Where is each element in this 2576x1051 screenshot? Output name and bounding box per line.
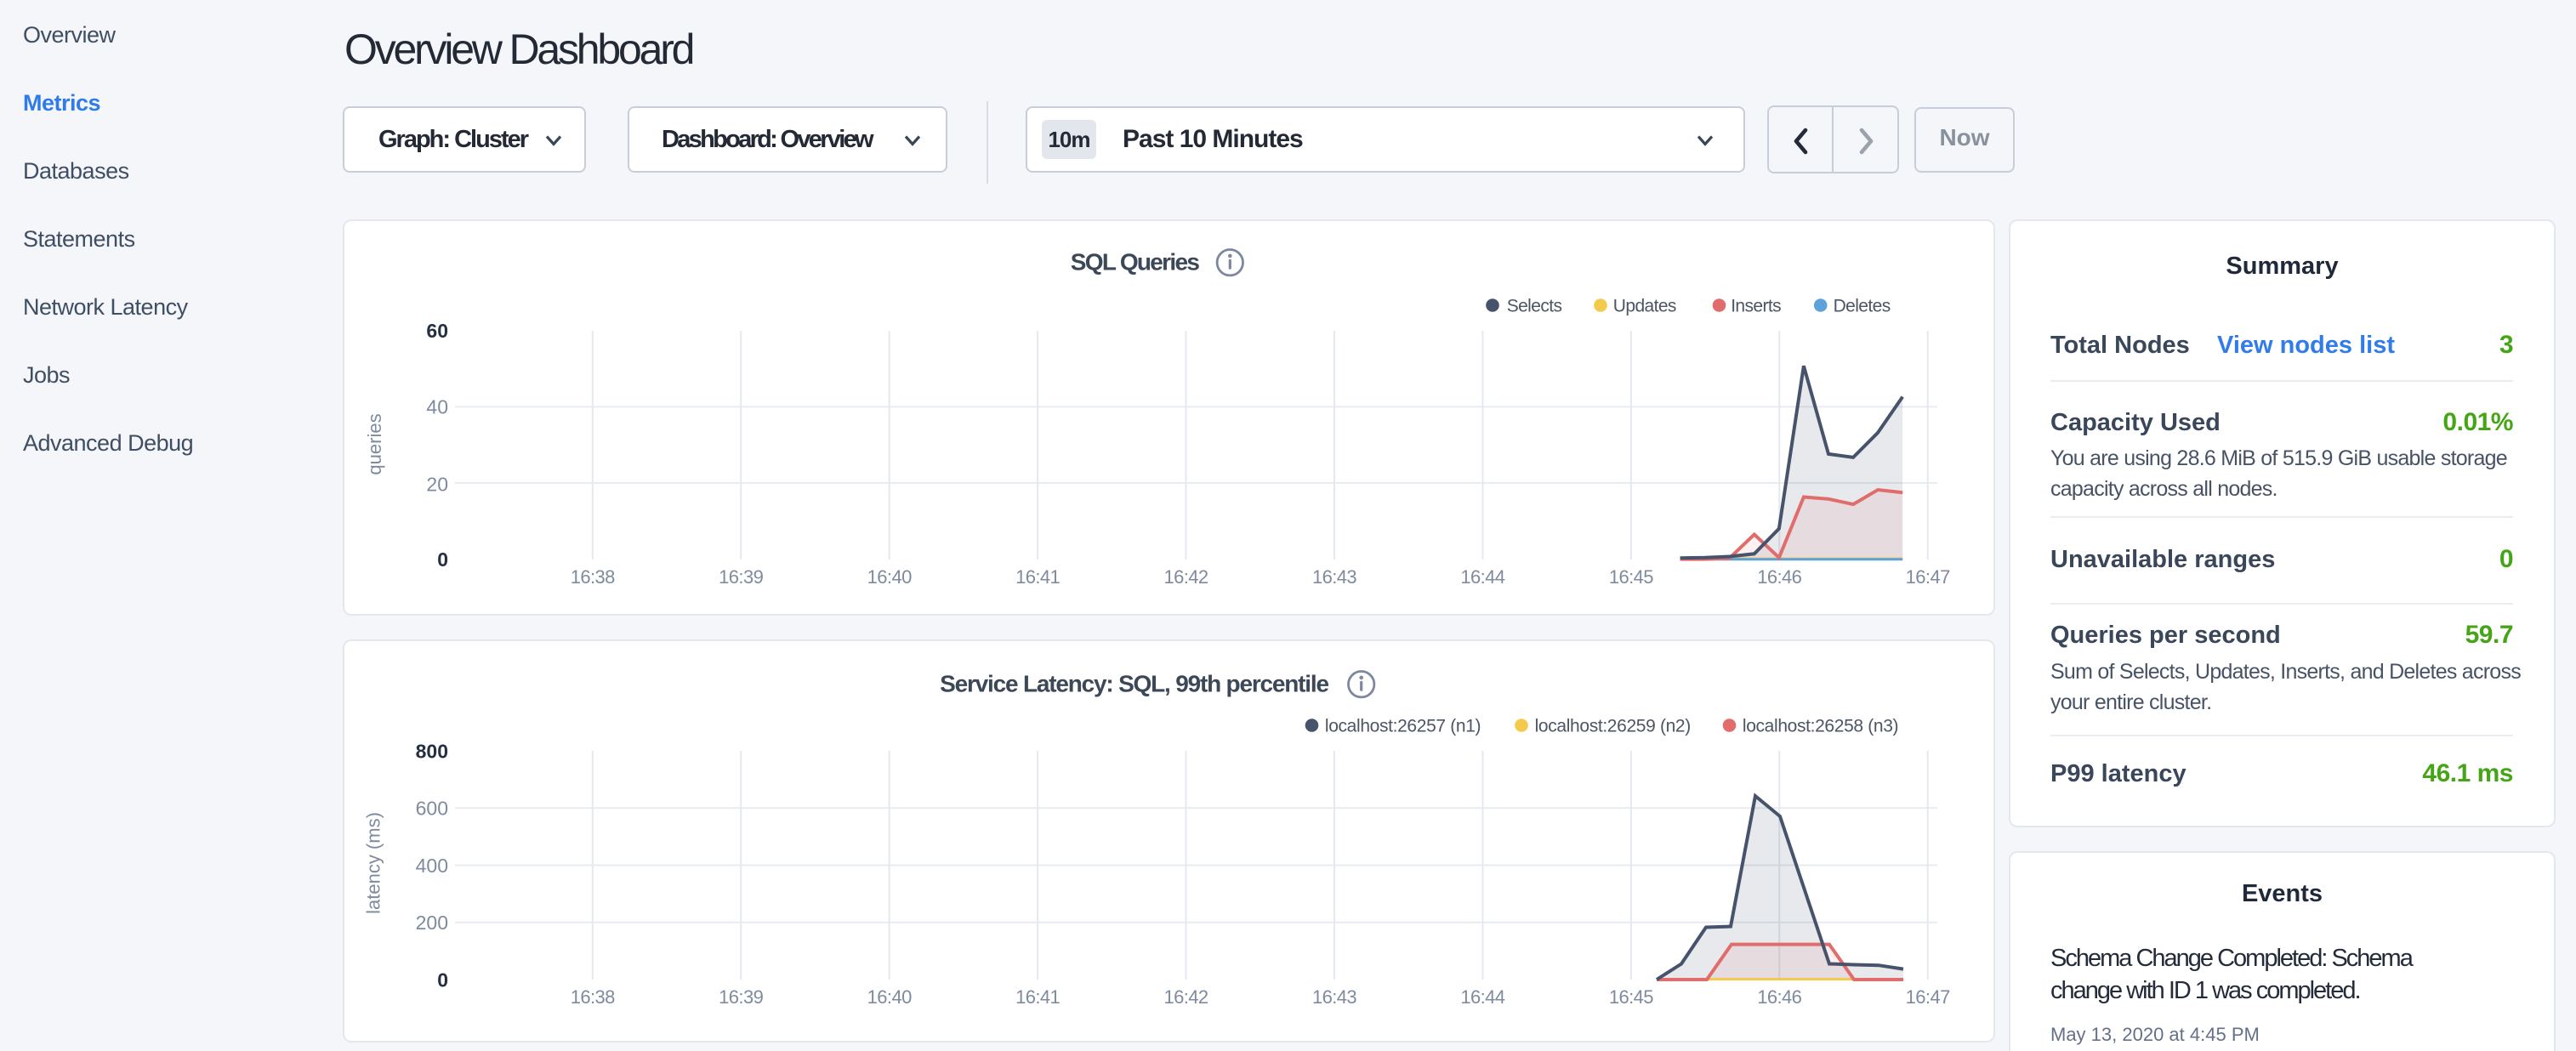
svg-text:16:47: 16:47 xyxy=(1906,566,1950,588)
svg-text:200: 200 xyxy=(416,912,448,934)
svg-text:SQL Queries: SQL Queries xyxy=(1071,249,1200,276)
svg-text:localhost:26257 (n1): localhost:26257 (n1) xyxy=(1325,717,1481,736)
svg-text:60: 60 xyxy=(426,320,448,342)
svg-text:Deletes: Deletes xyxy=(1834,297,1891,316)
svg-text:Inserts: Inserts xyxy=(1731,297,1781,316)
svg-text:Updates: Updates xyxy=(1613,297,1676,316)
svg-text:16:46: 16:46 xyxy=(1757,566,1801,588)
svg-text:queries: queries xyxy=(364,413,385,474)
svg-text:16:39: 16:39 xyxy=(719,986,763,1008)
svg-text:0: 0 xyxy=(437,548,448,571)
svg-text:latency (ms): latency (ms) xyxy=(363,812,384,914)
svg-text:16:46: 16:46 xyxy=(1757,986,1801,1008)
svg-text:16:45: 16:45 xyxy=(1609,986,1653,1008)
svg-text:16:40: 16:40 xyxy=(867,566,912,588)
svg-text:16:42: 16:42 xyxy=(1163,986,1208,1008)
svg-text:16:42: 16:42 xyxy=(1163,566,1208,588)
svg-text:16:43: 16:43 xyxy=(1312,566,1356,588)
svg-text:16:44: 16:44 xyxy=(1460,566,1504,588)
svg-text:Selects: Selects xyxy=(1507,297,1562,316)
svg-text:0: 0 xyxy=(437,969,448,991)
svg-text:600: 600 xyxy=(416,798,448,820)
svg-text:16:38: 16:38 xyxy=(571,986,615,1008)
svg-text:16:44: 16:44 xyxy=(1460,986,1504,1008)
svg-text:800: 800 xyxy=(416,740,448,762)
svg-text:16:41: 16:41 xyxy=(1015,566,1060,588)
svg-text:16:47: 16:47 xyxy=(1906,986,1950,1008)
svg-text:16:38: 16:38 xyxy=(571,566,615,588)
svg-text:16:43: 16:43 xyxy=(1312,986,1356,1008)
svg-text:localhost:26258 (n3): localhost:26258 (n3) xyxy=(1743,717,1898,736)
svg-text:localhost:26259 (n2): localhost:26259 (n2) xyxy=(1535,717,1691,736)
svg-text:16:39: 16:39 xyxy=(719,566,763,588)
svg-text:16:41: 16:41 xyxy=(1015,986,1060,1008)
svg-text:20: 20 xyxy=(426,473,448,495)
svg-text:40: 40 xyxy=(426,395,448,418)
svg-text:Service Latency: SQL, 99th per: Service Latency: SQL, 99th percentile xyxy=(940,671,1328,697)
svg-text:400: 400 xyxy=(416,855,448,877)
svg-text:16:40: 16:40 xyxy=(867,986,912,1008)
svg-text:16:45: 16:45 xyxy=(1609,566,1653,588)
